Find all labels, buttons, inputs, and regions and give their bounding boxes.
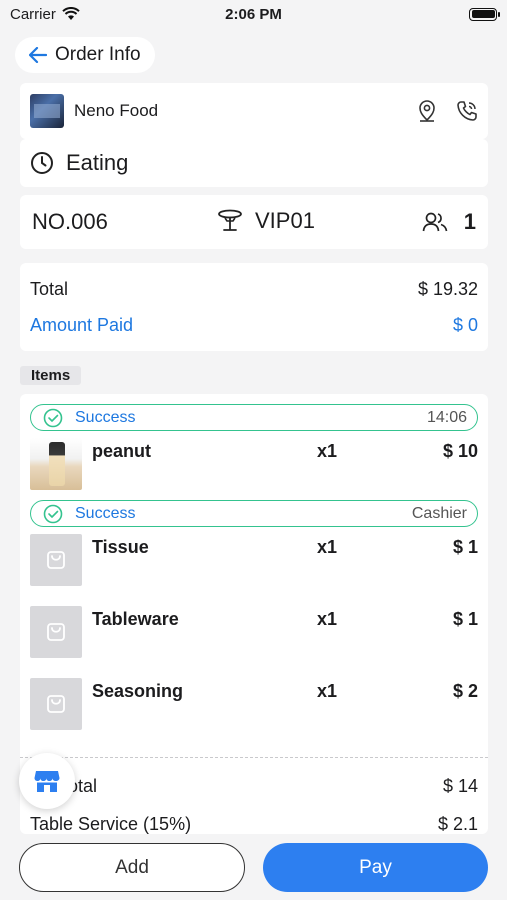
shopping-bag-icon — [47, 623, 65, 641]
store-fab-button[interactable] — [19, 753, 75, 809]
items-card: Success 14:06 peanut x1 $ 10 Success Cas… — [20, 394, 488, 834]
store-logo — [30, 94, 64, 128]
guest-count: 1 — [463, 209, 476, 234]
shopping-bag-icon — [47, 695, 65, 713]
add-button[interactable]: Add — [19, 843, 245, 892]
item-qty: x1 — [317, 441, 338, 461]
carrier-label: Carrier — [10, 5, 56, 23]
pay-button[interactable]: Pay — [263, 843, 488, 892]
list-item[interactable]: Tissue x1 $ 1 — [30, 534, 478, 599]
arrow-left-icon — [29, 47, 47, 63]
page-title: Order Info — [55, 44, 141, 65]
table-icon — [218, 209, 242, 231]
item-name: Tableware — [92, 609, 179, 629]
items-section-label: Items — [20, 366, 82, 385]
batch-source: Cashier — [411, 504, 467, 522]
amount-paid-label: Amount Paid — [30, 315, 134, 335]
order-status-label: Eating — [66, 150, 129, 175]
list-item[interactable]: peanut x1 $ 10 — [30, 438, 478, 503]
item-price: $ 1 — [452, 609, 478, 629]
item-qty: x1 — [317, 537, 338, 557]
table-name: VIP01 — [255, 208, 315, 233]
back-button[interactable]: Order Info — [15, 37, 155, 73]
item-name: Seasoning — [92, 681, 184, 701]
item-qty: x1 — [317, 681, 338, 701]
wifi-icon — [62, 7, 80, 20]
location-icon[interactable] — [416, 99, 438, 123]
list-item[interactable]: Seasoning x1 $ 2 — [30, 678, 478, 743]
store-icon — [34, 771, 60, 792]
total-label: Total — [30, 279, 69, 299]
item-price: $ 2 — [452, 681, 478, 701]
item-image — [30, 678, 82, 730]
phone-icon[interactable] — [456, 100, 478, 122]
batch-status-label: Success — [75, 504, 136, 522]
item-price: $ 10 — [442, 441, 478, 461]
item-price: $ 1 — [452, 537, 478, 557]
store-name: Neno Food — [74, 101, 159, 120]
item-name: Tissue — [92, 537, 149, 557]
clock-icon — [31, 152, 53, 174]
table-service-value: $ 2.1 — [437, 814, 478, 834]
battery-icon — [469, 7, 500, 21]
dashed-divider — [20, 757, 488, 758]
batch-status-badge: Success 14:06 — [30, 404, 478, 431]
item-name: peanut — [92, 441, 152, 461]
amount-paid-value: $ 0 — [452, 315, 478, 335]
check-circle-icon — [43, 504, 63, 523]
table-service-label: Table Service (15%) — [30, 814, 192, 834]
item-image — [30, 534, 82, 586]
status-bar: Carrier 2:06 PM — [0, 0, 507, 28]
subtotal-value: $ 14 — [442, 776, 478, 796]
store-card: Neno Food — [20, 83, 488, 139]
guests-icon — [422, 212, 448, 232]
list-item[interactable]: Tableware x1 $ 1 — [30, 606, 478, 671]
item-qty: x1 — [317, 609, 338, 629]
shopping-bag-icon — [47, 551, 65, 569]
batch-status-label: Success — [75, 408, 136, 426]
batch-status-badge: Success Cashier — [30, 500, 478, 527]
item-image — [30, 606, 82, 658]
total-value: $ 19.32 — [417, 279, 478, 299]
batch-time: 14:06 — [426, 408, 467, 426]
order-summary-card: NO.006 VIP01 1 — [20, 195, 488, 249]
order-status-card: Eating — [20, 139, 488, 187]
item-image — [30, 438, 82, 490]
totals-card: Total $ 19.32 Amount Paid $ 0 — [20, 263, 488, 351]
check-circle-icon — [43, 408, 63, 427]
